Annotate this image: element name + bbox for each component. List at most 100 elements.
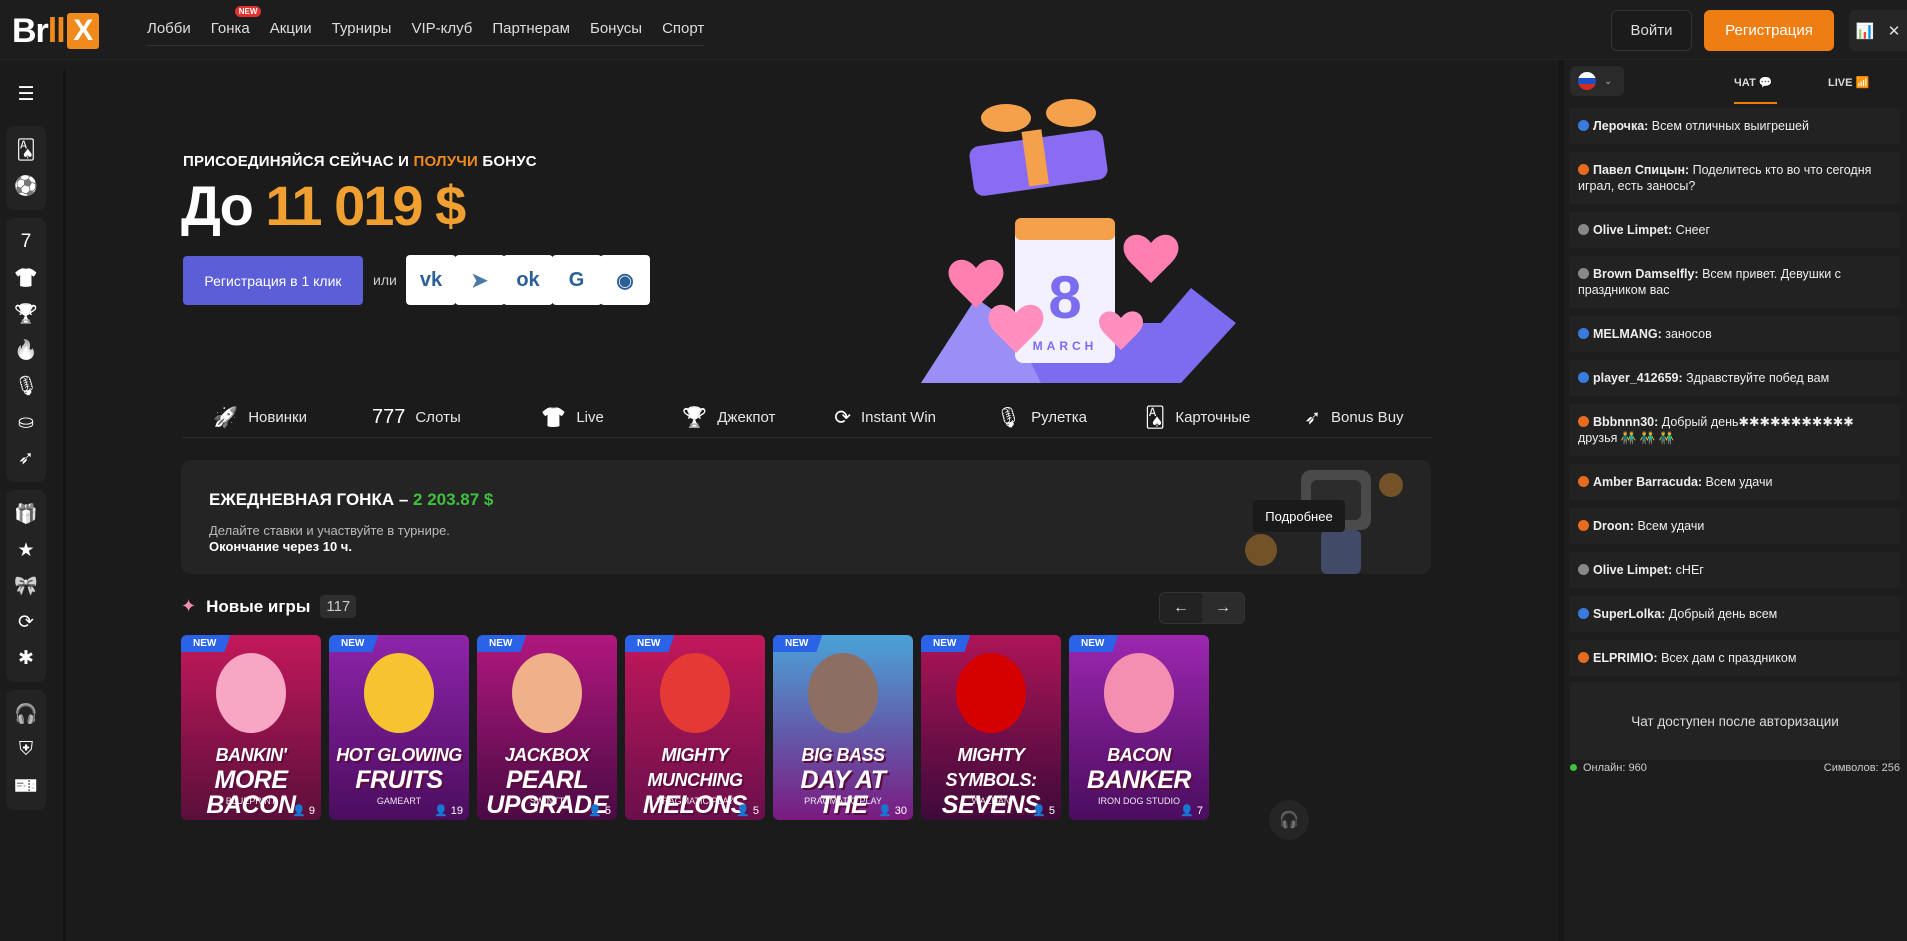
trophy-icon[interactable]: 🏆: [6, 296, 46, 332]
slots-777-icon[interactable]: 7: [6, 224, 46, 260]
game-title: BACON BANKER: [1073, 743, 1205, 793]
hero-tagline: ПРИСОЕДИНЯЙСЯ СЕЙЧАС И ПОЛУЧИ БОНУС: [183, 153, 537, 170]
tab-live[interactable]: LIVE 📶: [1828, 76, 1869, 89]
odnoklassniki-icon[interactable]: ok: [503, 255, 553, 305]
chat-username[interactable]: Olive Limpet:: [1593, 223, 1672, 237]
close-icon[interactable]: ✕: [1888, 22, 1901, 40]
category-label: Новинки: [248, 409, 307, 426]
game-players: 👤 5: [588, 804, 611, 817]
nav-item[interactable]: Бонусы: [590, 20, 642, 37]
shield-icon[interactable]: ⛨: [6, 732, 46, 768]
category-2[interactable]: 777 Слоты: [338, 398, 494, 437]
chat-username[interactable]: Olive Limpet:: [1593, 563, 1672, 577]
live-shirt-icon: 👕: [541, 407, 567, 429]
top-bar: Br ll X Лобби Гонка NEW Акции Турниры VIP-клуб П…: [0, 0, 1907, 60]
logo[interactable]: Br ll X: [12, 12, 99, 50]
one-click-register-button[interactable]: Регистрация в 1 клик: [183, 256, 363, 305]
game-card[interactable]: NEW HOT GLOWING FRUITS GAMEART 👤 19: [329, 635, 469, 820]
prev-arrow-button[interactable]: ←: [1160, 593, 1202, 623]
nav-item[interactable]: VIP-клуб: [411, 20, 472, 37]
chat-panel: ⌄ ЧАТ 💬 LIVE 📶 Лерочка: Всем отличных вы…: [1558, 60, 1907, 941]
chat-username[interactable]: SuperLolka:: [1593, 607, 1665, 621]
user-level-icon: [1578, 608, 1589, 619]
coupon-icon[interactable]: 🎫: [6, 768, 46, 804]
user-level-icon: [1578, 120, 1589, 131]
chat-username[interactable]: Павел Спицын:: [1593, 163, 1689, 177]
next-arrow-button[interactable]: →: [1202, 593, 1244, 623]
game-players: 👤 9: [292, 804, 315, 817]
hero-up-to: До: [181, 174, 266, 237]
chat-username[interactable]: Bbbnnn30:: [1593, 415, 1658, 429]
user-level-icon: [1578, 652, 1589, 663]
game-players-count: 5: [752, 805, 759, 817]
race-more-button[interactable]: Подробнее: [1253, 500, 1345, 532]
nav-item[interactable]: Спорт: [662, 20, 704, 37]
chat-text: Всех дам с праздником: [1657, 651, 1797, 665]
live-shirt-icon[interactable]: 👕: [6, 260, 46, 296]
headset-icon[interactable]: 🎧: [6, 696, 46, 732]
nav-item[interactable]: Акции: [270, 20, 312, 37]
chat-username[interactable]: MELMANG:: [1593, 327, 1662, 341]
category-5[interactable]: ⟳ Instant Win: [807, 398, 963, 437]
chat-username[interactable]: Brown Damselfly:: [1593, 267, 1699, 281]
game-card[interactable]: NEW MIGHTY SYMBOLS: SEVENS WAZDAN 👤 5: [921, 635, 1061, 820]
gift-icon[interactable]: 🎁: [6, 496, 46, 532]
chat-message: Лерочка: Всем отличных выигрешей: [1570, 108, 1900, 144]
google-icon[interactable]: G: [551, 255, 602, 305]
chart-icon[interactable]: 📊: [1856, 22, 1875, 40]
chat-message: Brown Damselfly: Всем привет. Девушки с …: [1570, 256, 1900, 308]
game-title-line1: BIG BASS: [801, 745, 885, 765]
roulette-icon[interactable]: 🎙: [6, 368, 46, 404]
hero-tagline-b: ПОЛУЧИ: [413, 153, 478, 170]
login-button[interactable]: Войти: [1611, 10, 1692, 51]
category-7[interactable]: 🂡 Карточные: [1120, 398, 1276, 437]
chat-username[interactable]: ELPRIMIO:: [1593, 651, 1658, 665]
rocket-icon[interactable]: ➶: [6, 440, 46, 476]
fire-icon[interactable]: 🔥: [6, 332, 46, 368]
register-button[interactable]: Регистрация: [1704, 10, 1834, 51]
game-card[interactable]: NEW MIGHTY MUNCHING MELONS PRAGMATIC PLAY 👤 …: [625, 635, 765, 820]
category-1[interactable]: 🚀 Новинки: [182, 398, 338, 437]
game-title-line2: FRUITS: [355, 766, 443, 794]
slots-777-icon: 777: [371, 406, 406, 428]
category-4[interactable]: 🏆 Джекпот: [651, 398, 807, 437]
race-title: ЕЖЕДНЕВНАЯ ГОНКА – 2 203.87 $: [209, 490, 493, 510]
language-selector[interactable]: ⌄: [1570, 66, 1624, 96]
game-card[interactable]: NEW JACKBOX PEARL UPGRADE SWINTT 👤 5: [477, 635, 617, 820]
game-card[interactable]: NEW BACON BANKER IRON DOG STUDIO 👤 7: [1069, 635, 1209, 820]
nav-item[interactable]: Турниры: [332, 20, 392, 37]
nav-item[interactable]: Гонка: [211, 20, 250, 37]
category-6[interactable]: 🎙 Рулетка: [963, 398, 1119, 437]
category-8[interactable]: ➶ Bonus Buy: [1276, 398, 1432, 437]
nav-item[interactable]: Партнерам: [492, 20, 570, 37]
chat-username[interactable]: Droon:: [1593, 519, 1634, 533]
messenger-icon[interactable]: ◉: [600, 255, 650, 305]
menu-icon[interactable]: ☰: [6, 76, 46, 112]
user-level-icon: [1578, 372, 1589, 383]
tab-chat[interactable]: ЧАТ 💬: [1734, 76, 1773, 89]
vk-icon[interactable]: vk: [406, 255, 456, 305]
support-headset-button[interactable]: 🎧: [1269, 800, 1309, 840]
game-card[interactable]: NEWBIG BASSDAY AT THE RACESPRAGMATIC PLA…: [773, 635, 913, 820]
soccer-ball-icon[interactable]: ⚽: [6, 168, 46, 204]
race-amount: 2 203.87 $: [413, 490, 494, 509]
chat-text: Всем удачи: [1633, 519, 1705, 533]
trophy-icon: 🏆: [682, 407, 708, 429]
network-icon[interactable]: ✱: [6, 640, 46, 676]
online-count: Онлайн: 960: [1570, 762, 1647, 774]
chat-username[interactable]: player_412659:: [1593, 371, 1683, 385]
telegram-icon[interactable]: ➤: [454, 255, 505, 305]
present-icon[interactable]: 🎀: [6, 568, 46, 604]
nav-item[interactable]: Лобби: [147, 20, 191, 37]
instant-win-icon[interactable]: ⟳: [6, 604, 46, 640]
category-3[interactable]: 👕 Live: [495, 398, 651, 437]
cards-icon[interactable]: 🂡: [6, 132, 46, 168]
chat-username[interactable]: Лерочка:: [1593, 119, 1648, 133]
chat-username[interactable]: Amber Barracuda:: [1593, 475, 1702, 489]
game-players-count: 9: [308, 805, 315, 817]
race-end-time: Окончание через 10 ч.: [209, 539, 352, 554]
game-title-line1: MIGHTY MUNCHING: [647, 745, 744, 790]
game-card[interactable]: NEW BANKIN' MORE BACON BLUEPRINT 👤 9: [181, 635, 321, 820]
star-icon[interactable]: ★: [6, 532, 46, 568]
poker-chip-icon[interactable]: ⛀: [6, 404, 46, 440]
